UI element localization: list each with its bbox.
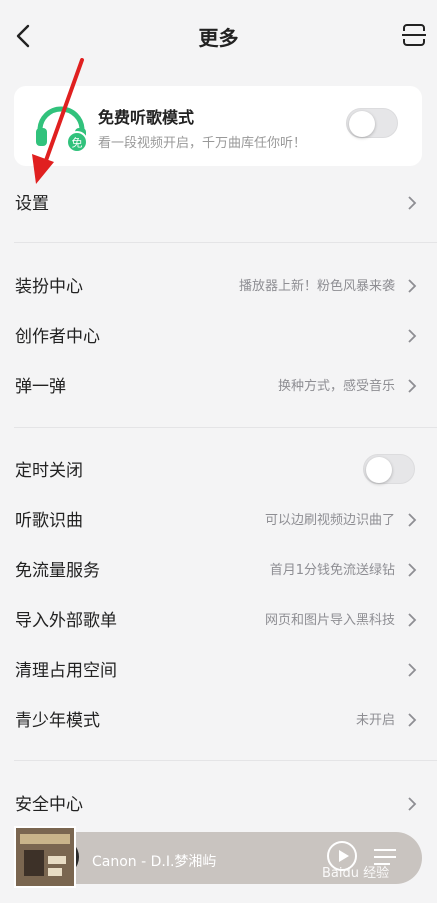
toggle-knob [366, 457, 392, 483]
album-cover[interactable] [14, 826, 76, 888]
row-import-playlist[interactable]: 导入外部歌单 网页和图片导入黑科技 [0, 594, 437, 644]
row-clear-storage[interactable]: 清理占用空间 [0, 644, 437, 694]
row-hint: 未开启 [355, 713, 395, 728]
row-free-data-service[interactable]: 免流量服务 首月1分钱免流送绿钻 [0, 544, 437, 594]
chevron-right-icon [408, 379, 417, 393]
more-page: 更多 免 免费听歌模式 看一段视频开启，千万曲库任你听！ 设置 装扮中心 播放器… [0, 0, 437, 903]
free-mode-subtitle: 看一段视频开启，千万曲库任你听！ [98, 136, 307, 151]
section-divider [14, 427, 437, 428]
chevron-right-icon [408, 329, 417, 343]
row-label: 青少年模式 [15, 711, 100, 731]
chevron-right-icon [408, 613, 417, 627]
row-hint: 播放器上新！粉色风暴来袭 [238, 279, 395, 294]
annotation-arrow-icon [32, 58, 84, 184]
row-label: 免流量服务 [15, 561, 100, 581]
toggle-knob [349, 111, 375, 137]
row-label: 弹一弹 [15, 377, 66, 397]
chevron-right-icon [408, 663, 417, 677]
album-art-icon [16, 828, 74, 886]
row-label: 导入外部歌单 [15, 611, 117, 631]
chevron-right-icon [408, 563, 417, 577]
chevron-right-icon [408, 196, 417, 210]
section-divider [14, 760, 437, 761]
section-divider [14, 242, 437, 243]
row-security-center[interactable]: 安全中心 [0, 778, 437, 828]
free-mode-title: 免费听歌模式 [98, 108, 195, 127]
chevron-right-icon [408, 713, 417, 727]
row-label: 装扮中心 [15, 277, 83, 297]
row-label: 安全中心 [15, 795, 83, 815]
row-dress-center[interactable]: 装扮中心 播放器上新！粉色风暴来袭 [0, 260, 437, 310]
row-creator-center[interactable]: 创作者中心 [0, 310, 437, 360]
watermark: Baidu 经验 [322, 866, 390, 881]
sleep-timer-toggle[interactable] [363, 454, 415, 484]
row-label: 清理占用空间 [15, 661, 117, 681]
scan-icon[interactable] [401, 22, 427, 48]
free-mode-toggle[interactable] [346, 108, 398, 138]
chevron-right-icon [408, 279, 417, 293]
row-tan-yi-tan[interactable]: 弹一弹 换种方式，感受音乐 [0, 360, 437, 410]
row-label: 定时关闭 [15, 461, 83, 481]
row-hint: 可以边刷视频边识曲了 [264, 513, 395, 528]
track-title: Canon - D.I.梦湘屿 [92, 854, 217, 870]
chevron-right-icon [408, 513, 417, 527]
row-label: 创作者中心 [15, 327, 100, 347]
chevron-right-icon [408, 797, 417, 811]
row-sleep-timer[interactable]: 定时关闭 [0, 444, 437, 494]
row-label: 设置 [15, 194, 49, 214]
row-hint: 网页和图片导入黑科技 [264, 613, 395, 628]
row-hint: 首月1分钱免流送绿钻 [269, 563, 395, 578]
page-title: 更多 [198, 26, 239, 50]
row-label: 听歌识曲 [15, 511, 83, 531]
row-teen-mode[interactable]: 青少年模式 未开启 [0, 694, 437, 744]
row-song-recognition[interactable]: 听歌识曲 可以边刷视频边识曲了 [0, 494, 437, 544]
row-hint: 换种方式，感受音乐 [277, 379, 395, 394]
